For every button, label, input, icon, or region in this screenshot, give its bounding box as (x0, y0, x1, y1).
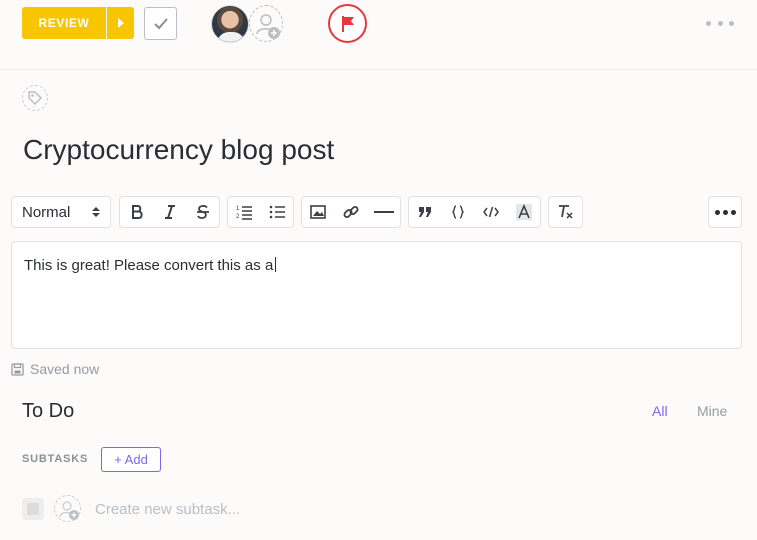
save-status-text: Saved now (30, 361, 100, 377)
text-style-value: Normal (22, 203, 71, 221)
tag-icon (28, 91, 43, 106)
toolbar-more-button[interactable] (708, 196, 742, 228)
link-icon (343, 206, 359, 218)
subtask-status-checkbox[interactable] (22, 498, 44, 520)
more-horizontal-icon (706, 20, 711, 26)
bold-button[interactable] (120, 197, 153, 227)
format-group (119, 196, 220, 228)
add-subtask-button[interactable]: + Add (101, 447, 161, 472)
user-add-icon (59, 501, 79, 520)
checkmark-icon (153, 17, 168, 29)
subtask-assignee-button[interactable] (54, 495, 81, 522)
highlight-button[interactable] (507, 197, 540, 227)
add-assignee-button[interactable] (249, 5, 283, 42)
text-style-select[interactable]: Normal (11, 196, 111, 228)
task-title[interactable]: Cryptocurrency blog post (23, 134, 334, 166)
bold-icon (131, 205, 143, 219)
more-horizontal-icon (714, 209, 720, 215)
code-block-icon (452, 205, 465, 219)
filter-mine-tab[interactable]: Mine (697, 403, 727, 419)
image-icon (310, 205, 327, 219)
ordered-list-button[interactable]: 12 (228, 197, 261, 227)
image-button[interactable] (302, 197, 335, 227)
new-subtask-input[interactable] (95, 498, 395, 520)
insert-group (301, 196, 401, 228)
inline-code-icon (482, 206, 499, 218)
subtasks-heading: SUBTASKS (22, 453, 89, 465)
bullet-list-icon (269, 205, 285, 219)
comment-text: This is great! Please convert this as a (24, 257, 274, 274)
clear-group (548, 196, 583, 228)
clear-format-button[interactable] (549, 197, 582, 227)
add-tag-button[interactable] (22, 85, 48, 111)
code-group (408, 196, 541, 228)
quote-button[interactable] (409, 197, 442, 227)
assignee-avatar[interactable] (211, 5, 249, 43)
user-add-icon (256, 14, 280, 39)
svg-text:2: 2 (236, 214, 240, 220)
svg-text:1: 1 (236, 206, 240, 212)
status-next-button[interactable] (107, 7, 134, 39)
italic-icon (164, 205, 175, 219)
strikethrough-icon (196, 205, 209, 219)
link-button[interactable] (335, 197, 368, 227)
ordered-list-icon: 12 (236, 206, 253, 220)
more-options-button[interactable] (706, 15, 734, 31)
status-button[interactable]: REVIEW (22, 7, 106, 39)
italic-button[interactable] (153, 197, 186, 227)
mark-complete-button[interactable] (144, 7, 177, 40)
clear-format-icon (558, 205, 573, 219)
select-arrows-icon (92, 207, 100, 217)
caret-right-icon (117, 18, 124, 28)
text-caret (275, 257, 277, 272)
inline-code-button[interactable] (475, 197, 508, 227)
quote-icon (419, 207, 432, 217)
code-block-button[interactable] (442, 197, 475, 227)
strikethrough-button[interactable] (186, 197, 219, 227)
save-icon (11, 362, 24, 376)
priority-flag-button[interactable] (328, 4, 367, 43)
bullet-list-button[interactable] (261, 197, 294, 227)
filter-all-tab[interactable]: All (652, 403, 668, 419)
horizontal-rule-button[interactable] (367, 197, 400, 227)
flag-icon (341, 15, 354, 32)
horizontal-rule-icon (373, 211, 394, 213)
checklist-title: To Do (22, 400, 75, 422)
highlight-icon (515, 204, 532, 220)
comment-editor[interactable]: This is great! Please convert this as a (11, 241, 742, 349)
list-group: 12 (227, 196, 294, 228)
save-status: Saved now (11, 361, 99, 377)
